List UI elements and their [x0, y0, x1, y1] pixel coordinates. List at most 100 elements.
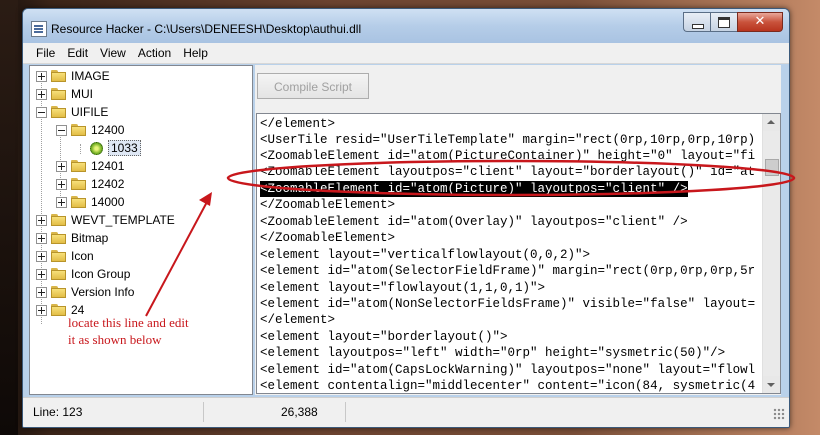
expand-icon[interactable]: [36, 304, 47, 316]
tree-item-12401[interactable]: 12401: [56, 157, 124, 175]
code-line: <ZoomableElement id="atom(PictureContain…: [260, 149, 756, 163]
tree-item-icon[interactable]: Icon: [36, 247, 94, 265]
menu-bar: File Edit View Action Help: [23, 43, 789, 64]
tree-item-label: Bitmap: [71, 231, 109, 245]
title-bar[interactable]: Resource Hacker - C:\Users\DENEESH\Deskt…: [23, 9, 789, 43]
tree-item-label: UIFILE: [71, 105, 109, 119]
highlighted-code-line: <ZoomableElement id="atom(Picture)" layo…: [260, 181, 688, 197]
maximize-button[interactable]: [710, 12, 737, 32]
status-line-number: Line: 123: [33, 405, 83, 419]
tree-item-12400[interactable]: 12400: [56, 121, 124, 139]
tree-item-mui[interactable]: MUI: [36, 85, 93, 103]
code-line: <element id="atom(SelectorFieldFrame)" m…: [260, 264, 756, 278]
code-line: <element layoutpos="left" width="0rp" he…: [260, 346, 726, 360]
maximize-icon: [718, 17, 730, 28]
status-bar: Line: 123 26,388: [23, 397, 789, 427]
menu-view[interactable]: View: [94, 43, 132, 60]
tree-item-label: Icon: [71, 249, 94, 263]
folder-icon: [51, 268, 67, 280]
expand-icon[interactable]: [36, 214, 47, 226]
status-position: 26,388: [281, 405, 318, 419]
expand-icon[interactable]: [36, 268, 47, 280]
expand-icon[interactable]: [36, 70, 47, 82]
expand-icon[interactable]: [56, 196, 67, 208]
folder-icon: [71, 124, 87, 136]
code-line: <UserTile resid="UserTileTemplate" margi…: [260, 133, 756, 147]
tree-guide: [80, 144, 81, 154]
menu-edit[interactable]: Edit: [61, 43, 94, 60]
tree-item-label: 1033: [108, 140, 141, 156]
collapse-icon[interactable]: [56, 124, 67, 136]
expand-icon[interactable]: [56, 160, 67, 172]
code-line: <element layout="borderlayout()">: [260, 330, 508, 344]
status-divider: [203, 402, 204, 422]
tree-item-label: 14000: [91, 195, 125, 209]
app-icon: [31, 21, 47, 37]
tree-item-12402[interactable]: 12402: [56, 175, 124, 193]
resize-grip-icon[interactable]: [773, 408, 785, 420]
expand-icon[interactable]: [36, 232, 47, 244]
menu-action[interactable]: Action: [132, 43, 177, 60]
folder-icon: [71, 178, 87, 190]
code-line: <ZoomableElement id="atom(Overlay)" layo…: [260, 215, 688, 229]
app-window: Resource Hacker - C:\Users\DENEESH\Deskt…: [22, 8, 790, 428]
tree-item-label: IMAGE: [71, 69, 110, 83]
scroll-thumb[interactable]: [765, 159, 779, 176]
tree-item-image[interactable]: IMAGE: [36, 67, 110, 85]
minimize-button[interactable]: [683, 12, 710, 32]
tree-item-bitmap[interactable]: Bitmap: [36, 229, 108, 247]
code-line: </element>: [260, 313, 336, 327]
minimize-icon: [692, 24, 704, 29]
expand-icon[interactable]: [36, 88, 47, 100]
expand-icon[interactable]: [36, 286, 47, 298]
window-controls: ✕: [683, 12, 783, 32]
tree-item-label: 12401: [91, 159, 125, 173]
code-line: <element layout="verticalflowlayout(0,0,…: [260, 248, 591, 262]
menu-help[interactable]: Help: [177, 43, 214, 60]
resource-gear-icon: [90, 141, 103, 155]
folder-icon: [51, 304, 67, 316]
tree-item-label: Version Info: [71, 285, 135, 299]
window-title: Resource Hacker - C:\Users\DENEESH\Deskt…: [51, 22, 362, 36]
scroll-up-button[interactable]: [763, 114, 780, 131]
folder-icon: [51, 106, 67, 118]
expand-icon[interactable]: [36, 250, 47, 262]
tree-item-label: MUI: [71, 87, 93, 101]
folder-icon: [71, 196, 87, 208]
annotation-note: locate this line and edit it as shown be…: [68, 315, 189, 347]
expand-icon[interactable]: [56, 178, 67, 190]
folder-icon: [51, 70, 67, 82]
code-line: </ZoomableElement>: [260, 198, 396, 212]
close-icon: ✕: [754, 14, 766, 29]
tree-item-label: Icon Group: [71, 267, 131, 281]
status-divider: [345, 402, 346, 422]
vertical-scrollbar[interactable]: [762, 114, 780, 393]
tree-item-label: 12400: [91, 123, 125, 137]
folder-icon: [51, 214, 67, 226]
folder-icon: [51, 250, 67, 262]
tree-item-uifile[interactable]: UIFILE: [36, 103, 108, 121]
tree-item-wevt-template[interactable]: WEVT_TEMPLATE: [36, 211, 175, 229]
tree-item-1033[interactable]: 1033: [90, 139, 141, 157]
tree-item-label: 12402: [91, 177, 125, 191]
code-line: <ZoomableElement layoutpos="client" layo…: [260, 165, 756, 179]
folder-icon: [71, 160, 87, 172]
tree-item-label: WEVT_TEMPLATE: [71, 213, 175, 227]
chevron-up-icon: [767, 120, 775, 124]
tree-item-14000[interactable]: 14000: [56, 193, 124, 211]
chevron-down-icon: [767, 383, 775, 387]
code-line: </ZoomableElement>: [260, 231, 396, 245]
script-editor[interactable]: </element> <UserTile resid="UserTileTemp…: [256, 113, 781, 394]
code-line: </element>: [260, 117, 336, 131]
code-line: <element id="atom(CapsLockWarning)" layo…: [260, 363, 756, 377]
tree-item-version-info[interactable]: Version Info: [36, 283, 134, 301]
menu-file[interactable]: File: [23, 43, 61, 60]
close-button[interactable]: ✕: [737, 12, 783, 32]
scroll-down-button[interactable]: [763, 376, 780, 393]
collapse-icon[interactable]: [36, 106, 47, 118]
code-line: <element layout="flowlayout(1,1,0,1)">: [260, 281, 546, 295]
folder-icon: [51, 286, 67, 298]
folder-icon: [51, 88, 67, 100]
compile-script-button[interactable]: Compile Script: [257, 73, 369, 99]
tree-item-icon-group[interactable]: Icon Group: [36, 265, 130, 283]
